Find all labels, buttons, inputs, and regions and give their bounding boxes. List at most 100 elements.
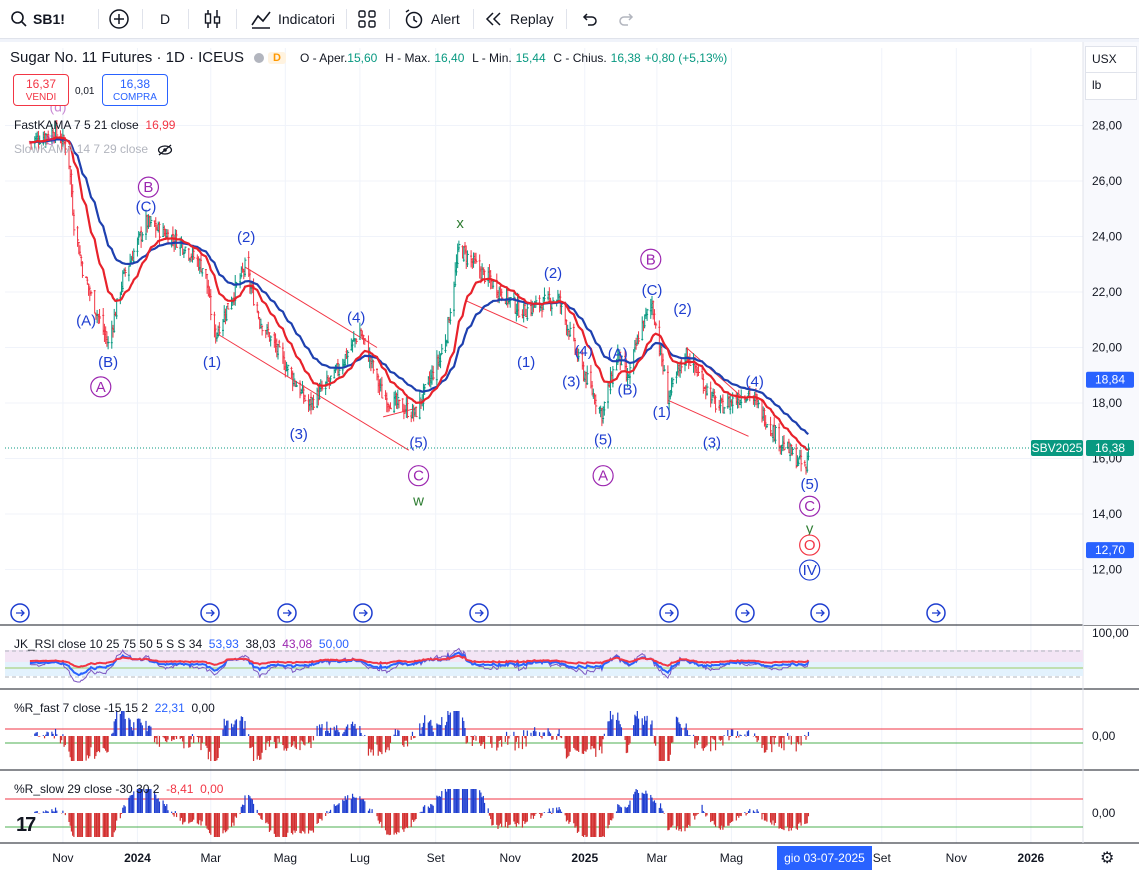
time-tick-label: Set — [873, 851, 892, 865]
indicators-label: Indicatori — [278, 11, 335, 27]
wave-label: (5) — [409, 434, 427, 451]
price-badge-label: SBV2025 — [1032, 441, 1083, 455]
wave-label: w — [412, 493, 424, 510]
price-tick-label: 18,00 — [1092, 396, 1122, 410]
rsi-legend[interactable]: JK_RSI close 10 25 75 50 5 S S 34 53,93 … — [14, 637, 349, 651]
change-value: +0,80 (+5,13%) — [644, 50, 728, 65]
search-icon — [11, 11, 27, 27]
wr-fast-value-2: 0,00 — [191, 701, 215, 715]
fastkama-legend[interactable]: FastKAMA 7 5 21 close 16,99 — [14, 118, 175, 132]
time-tick-label: Mag — [274, 851, 297, 865]
wave-label: (A) — [76, 312, 96, 329]
sell-button[interactable]: 16,37 VENDI — [13, 74, 69, 106]
time-tick-label: 2025 — [571, 851, 598, 865]
wave-label: (1) — [203, 354, 221, 371]
spread-value: 0,01 — [75, 86, 95, 97]
sell-price: 16,37 — [25, 77, 57, 91]
time-tick-label: Nov — [946, 851, 967, 865]
replay-button[interactable]: Replay — [484, 6, 554, 32]
rsi-value-4: 50,00 — [318, 637, 349, 651]
alert-button[interactable]: Alert — [403, 6, 460, 32]
wave-label: A — [598, 468, 608, 485]
close-value: 16,38 — [610, 50, 641, 65]
templates-button[interactable] — [357, 6, 377, 32]
wr-slow-legend[interactable]: %R_slow 29 close -30 30 2 -8,41 0,00 — [14, 782, 223, 796]
gear-icon[interactable]: ⚙ — [1100, 848, 1114, 868]
measure-unit[interactable]: lb — [1086, 72, 1136, 98]
chart-type-button[interactable] — [203, 6, 223, 32]
alert-label: Alert — [431, 11, 460, 27]
tradingview-logo[interactable]: 17 — [16, 814, 36, 837]
pane-axis-label: 0,00 — [1092, 806, 1116, 820]
time-tick-label: Lug — [350, 851, 370, 865]
low-value: 15,44 — [515, 50, 546, 65]
eye-off-icon[interactable] — [157, 144, 173, 156]
buy-price: 16,38 — [119, 77, 151, 91]
wave-label: (4) — [745, 373, 763, 390]
wave-label: (1) — [517, 354, 535, 371]
slowkama-legend[interactable]: SlowKAMA 14 7 29 close — [14, 142, 173, 156]
delay-badge: D — [267, 51, 286, 64]
redo-button[interactable] — [617, 6, 637, 32]
time-tick-label: Set — [427, 851, 446, 865]
price-tick-label: 14,00 — [1092, 507, 1122, 521]
currency-unit[interactable]: USX — [1086, 47, 1136, 72]
wr-slow-pane — [5, 789, 1083, 837]
candlestick-series — [28, 119, 810, 475]
wr-slow-value-1: -8,41 — [166, 782, 194, 796]
price-badge-label: 18,84 — [1095, 373, 1125, 387]
price-chart[interactable]: (A) (B) (C) A B (1) (2) (3) (4) (5) Cw x (1) (2) (3) (4… — [0, 42, 1139, 879]
interval-label: D — [160, 11, 171, 27]
wave-label: (3) — [290, 426, 308, 443]
symbol-search-button[interactable]: SB1! — [10, 6, 65, 32]
price-tick-label: 24,00 — [1092, 230, 1122, 244]
rewind-icon — [485, 12, 501, 26]
symbol-label: SB1! — [33, 11, 65, 27]
candles-icon — [204, 10, 221, 28]
wave-label: (C) — [642, 282, 663, 299]
wave-label: (1) — [653, 404, 671, 421]
wave-label: (3) — [562, 373, 580, 390]
trend-line — [244, 266, 378, 348]
indicators-button[interactable]: Indicatori — [250, 6, 335, 32]
wave-label: (4) — [574, 343, 592, 360]
chart-legend: Sugar No. 11 Futures · 1D · ICEUS D O - … — [10, 49, 727, 66]
wave-label: (A) — [608, 346, 628, 363]
market-status-dot — [253, 52, 264, 63]
pane-backgrounds — [0, 42, 1139, 844]
wave-label: B — [646, 251, 656, 268]
time-tick-label: Nov — [500, 851, 521, 865]
rsi-label: JK_RSI close 10 25 75 50 5 S S 34 — [14, 637, 203, 651]
price-tick-label: 12,00 — [1092, 563, 1122, 577]
units-selector[interactable]: USX lb — [1085, 46, 1137, 100]
undo-button[interactable] — [579, 6, 599, 32]
wave-label: (3) — [703, 434, 721, 451]
rsi-pane — [5, 647, 1083, 683]
time-tick-label: Nov — [52, 851, 73, 865]
price-badge-label: 12,70 — [1095, 543, 1125, 557]
rsi-value-3: 43,08 — [282, 637, 313, 651]
redo-icon — [619, 13, 634, 26]
sell-label: VENDI — [25, 92, 57, 103]
replay-label: Replay — [510, 11, 554, 27]
compare-symbol-button[interactable] — [108, 6, 130, 32]
wave-label: C — [413, 468, 424, 485]
wave-label: B — [143, 179, 153, 196]
wave-label: IV — [803, 562, 817, 579]
wr-fast-value-1: 22,31 — [154, 701, 185, 715]
price-tick-label: 26,00 — [1092, 174, 1122, 188]
interval-button[interactable]: D — [160, 6, 170, 32]
alarm-clock-icon — [405, 9, 423, 29]
buy-button[interactable]: 16,38 COMPRA — [102, 74, 168, 106]
replay-markers — [10, 603, 946, 623]
wr-fast-legend[interactable]: %R_fast 7 close -15 15 2 22,31 0,00 — [14, 701, 215, 715]
indicators-icon — [251, 11, 271, 29]
wr-slow-label: %R_slow 29 close -30 30 2 — [14, 782, 160, 796]
pane-axis-label: 0,00 — [1092, 729, 1116, 743]
slowkama-label: SlowKAMA 14 7 29 close — [14, 142, 149, 156]
wave-label: (5) — [594, 432, 612, 449]
rsi-value-1: 53,93 — [208, 637, 239, 651]
crosshair-date-badge: gio 03-07-2025 — [777, 846, 872, 870]
time-tick-label: Mar — [647, 851, 668, 865]
wave-label: (B) — [98, 354, 118, 371]
